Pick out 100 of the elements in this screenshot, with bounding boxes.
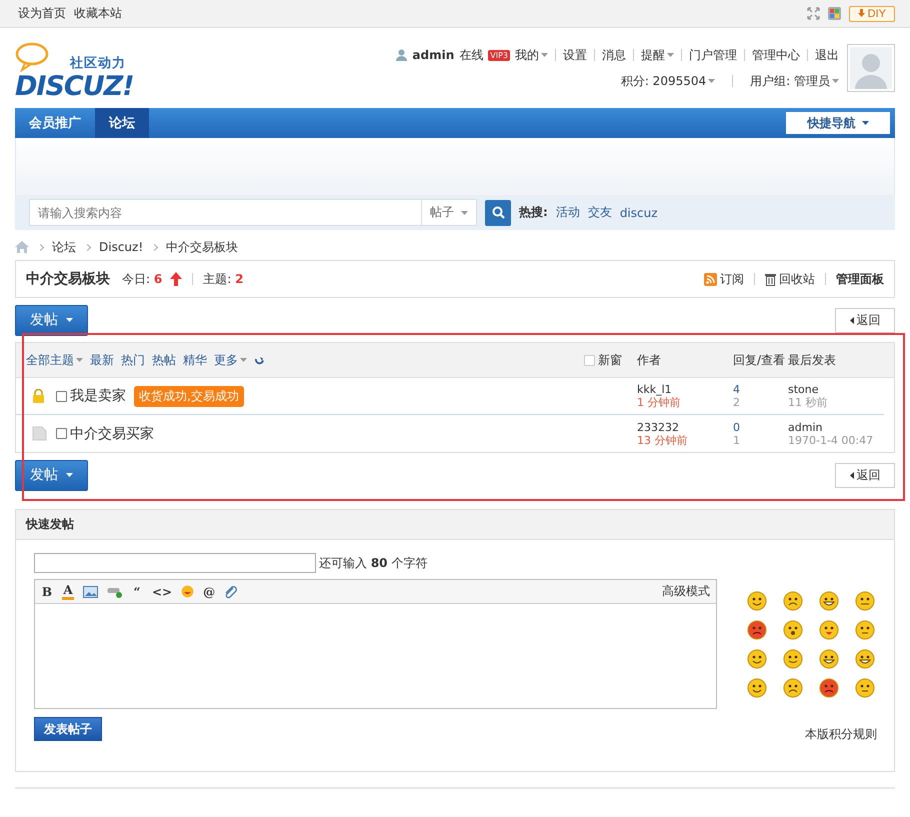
topic-checkbox[interactable] [56,390,67,402]
editor-tool-button[interactable]: @ [203,584,216,600]
link-icon[interactable] [107,586,122,598]
topic-checkbox[interactable] [56,428,67,439]
smiley-icon[interactable] [855,620,875,640]
hot-search-link[interactable]: discuz [620,206,658,220]
new-post-button[interactable]: 发帖 [15,304,88,336]
forum-action-link[interactable]: 订阅 [704,270,744,288]
image-icon[interactable] [83,586,98,598]
back-button[interactable]: 返回 [835,462,895,488]
smiley-icon[interactable] [855,678,875,698]
column-header: 回复/查看 [733,352,786,368]
editor-tool-button[interactable]: B [41,584,53,600]
trash-icon [765,272,776,286]
refresh-icon[interactable] [254,354,265,366]
author-name[interactable]: kkk_l1 [637,383,733,396]
title-input-field[interactable] [34,553,316,573]
down-arrow-icon [858,8,865,16]
back-button[interactable]: 返回 [835,308,895,332]
smiley-icon[interactable] [819,649,839,669]
last-post-time: 1970-1-4 00:47 [788,434,874,446]
caret-icon [240,358,247,362]
search-field[interactable]: 请输入搜索内容 帖子 [29,199,477,226]
topic-filter-link[interactable]: 精华 [183,352,207,368]
user-menu-link[interactable]: 消息 [602,46,626,64]
user-group-link[interactable]: 用户组: 管理员 [750,72,839,90]
submit-post-button[interactable]: 发表帖子 [34,717,102,741]
credits-link[interactable]: 积分: 2095504 [620,72,716,90]
author-name[interactable]: 233232 [637,420,733,434]
user-menu-link[interactable]: 提醒 [641,46,674,64]
fullscreen-icon[interactable] [806,7,820,20]
user-menu-link[interactable]: 我的 [515,46,548,64]
column-header: 最后发表 [788,352,837,368]
forum-action-link[interactable]: 管理面板 [836,270,884,288]
left-triangle-icon [850,472,854,478]
user-menu-link[interactable]: 设置 [563,46,587,64]
user-menu-link[interactable]: 退出 [815,46,839,64]
hot-search-link[interactable]: 活动 [556,204,580,221]
new-post-button[interactable]: 发帖 [15,460,88,490]
top-link[interactable]: 设为首页 [18,5,66,22]
smiley-icon[interactable] [783,591,803,611]
new-window-checkbox[interactable]: 新窗 [584,352,637,368]
nav-tab[interactable]: 会员推广 [15,108,95,138]
username-link[interactable]: admin [412,48,454,62]
topic-title-link[interactable]: 我是卖家 [70,387,126,405]
nav-tab[interactable]: 论坛 [95,108,149,138]
credit-rules-link[interactable]: 本版积分规则 [805,726,877,743]
trade-status-tag: 收货成功,交易成功 [134,386,244,406]
today-count: 今日: 6 [122,270,162,288]
caret-icon [862,121,868,125]
smiley-icon[interactable] [783,649,803,669]
caret-icon [832,79,839,83]
speech-bubble-icon [15,42,51,72]
caret-icon [461,210,468,214]
post-time: 1 分钟前 [637,396,682,409]
editor-tool-button[interactable]: “ [131,584,143,600]
hot-search-link[interactable]: 交友 [588,204,612,221]
search-button[interactable] [485,200,511,226]
forum-action-link[interactable]: 回收站 [765,270,815,288]
logo-wordmark[interactable]: DISCUZ! [15,73,145,100]
topic-filter-link[interactable]: 热帖 [152,352,176,368]
last-poster[interactable]: stone [788,383,884,396]
user-menu-link[interactable]: 管理中心 [752,46,800,64]
smiley-icon[interactable] [747,591,767,611]
char-limit-text: 还可输入 80 个字符 [319,554,428,572]
advanced-mode-link[interactable]: 高级模式 [662,583,710,600]
view-count: 2 [733,396,741,409]
smiley-icon[interactable] [855,591,875,611]
smiley-icon[interactable] [783,620,803,640]
smiley-icon[interactable] [855,649,875,669]
editor-tool-button[interactable]: A [62,584,74,600]
user-menu-link[interactable]: 门户管理 [689,46,737,64]
search-icon [492,206,504,219]
topic-title-link[interactable]: 中介交易买家 [70,424,154,442]
palette-icon[interactable] [828,7,841,20]
breadcrumb-link[interactable]: 中介交易板块 [166,238,238,256]
topic-filter-link[interactable]: 最新 [90,352,114,368]
top-link[interactable]: 收藏本站 [74,5,122,22]
editor-field[interactable]: B A “ <> @ 高级模式 [34,579,717,709]
caret-icon [66,318,73,322]
smiley-icon[interactable] [747,620,767,640]
smiley-icon[interactable] [747,649,767,669]
topic-filter-link[interactable]: 热门 [121,352,145,368]
quick-nav-button[interactable]: 快捷导航 [786,112,890,134]
breadcrumb-link[interactable]: Discuz! [99,240,144,254]
logo-tagline: 社区动力 [70,55,126,72]
topic-filter-link[interactable]: 全部主题 [26,352,83,368]
topic-filter-link[interactable]: 更多 [214,352,247,368]
post-time: 13 分钟前 [637,434,688,446]
smiley-icon[interactable] [783,678,803,698]
paperclip-icon[interactable] [224,584,238,598]
padlock-icon [32,389,45,403]
search-type-select[interactable]: 帖子 [421,200,476,225]
last-poster[interactable]: admin [788,420,884,434]
view-count: 1 [733,434,741,446]
smiley-icon[interactable] [819,591,839,611]
smiley-icon[interactable] [819,678,839,698]
breadcrumb-link[interactable]: 论坛 [52,238,76,256]
smiley-icon[interactable] [747,678,767,698]
editor-tool-button[interactable]: <> [152,584,172,600]
